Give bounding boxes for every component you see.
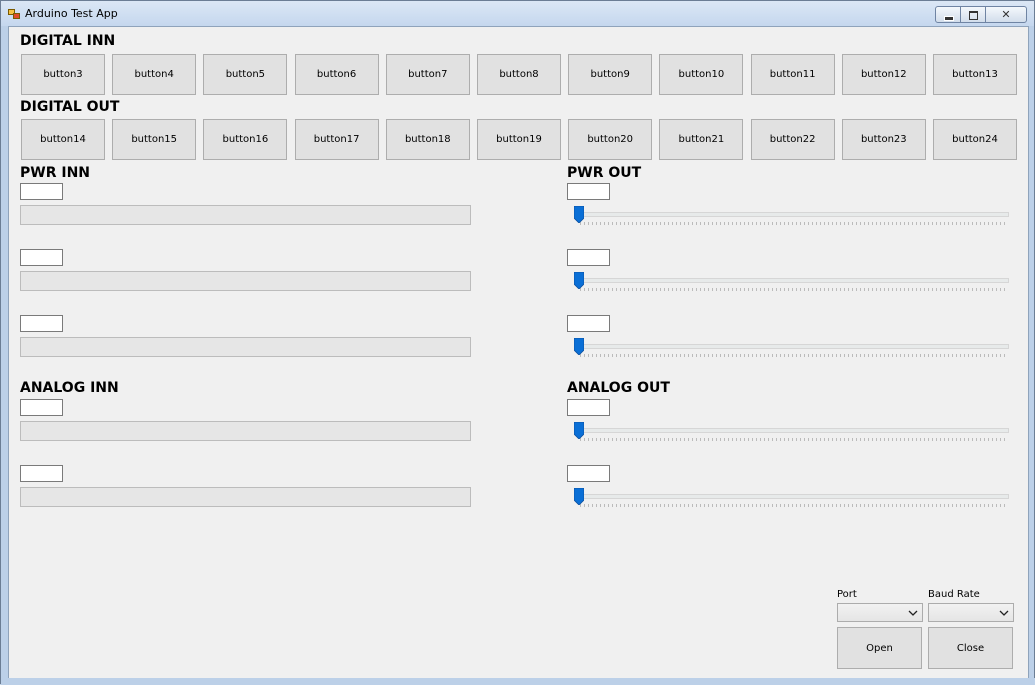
analog-in-progress-bar-1 xyxy=(20,421,471,441)
close-icon: ✕ xyxy=(1001,8,1011,21)
close-window-button[interactable]: ✕ xyxy=(985,6,1027,23)
digital-button-button7[interactable]: button7 xyxy=(385,54,470,95)
digital-button-button22[interactable]: button22 xyxy=(750,119,835,160)
digital-button-button18[interactable]: button18 xyxy=(385,119,470,160)
digital-button-button13[interactable]: button13 xyxy=(933,54,1017,95)
digital-in-label: DIGITAL INN xyxy=(20,33,116,49)
digital-button-button19[interactable]: button19 xyxy=(477,119,561,160)
pwr-out-trackbar-3[interactable] xyxy=(569,338,1009,360)
pwr-out-trackbar-thumb-1[interactable] xyxy=(574,206,584,223)
digital-button-button17[interactable]: button17 xyxy=(294,119,379,160)
digital-button-button5[interactable]: button5 xyxy=(203,54,288,95)
digital-button-button21[interactable]: button21 xyxy=(659,119,744,160)
close-port-button[interactable]: Close xyxy=(928,627,1013,669)
analog-in-label: ANALOG INN xyxy=(20,380,119,396)
analog-out-trackbar-ticks-1 xyxy=(580,438,1005,441)
digital-button-button14[interactable]: button14 xyxy=(21,119,105,160)
pwr-out-trackbar-1[interactable] xyxy=(569,206,1009,228)
pwr-in-value-input-2[interactable] xyxy=(20,249,63,266)
pwr-out-trackbar-track-1 xyxy=(580,212,1009,217)
digital-button-button4[interactable]: button4 xyxy=(112,54,197,95)
analog-out-label: ANALOG OUT xyxy=(567,380,670,396)
digital-button-button15[interactable]: button15 xyxy=(112,119,197,160)
digital-button-button12[interactable]: button12 xyxy=(841,54,926,95)
window-controls: ✕ xyxy=(935,6,1027,23)
pwr-in-value-input-1[interactable] xyxy=(20,183,63,200)
maximize-button[interactable] xyxy=(960,6,986,23)
open-port-button[interactable]: Open xyxy=(837,627,922,669)
minimize-button[interactable] xyxy=(935,6,961,23)
digital-button-button11[interactable]: button11 xyxy=(750,54,835,95)
analog-out-trackbar-track-1 xyxy=(580,428,1009,433)
pwr-in-label: PWR INN xyxy=(20,165,90,181)
baud-rate-combobox[interactable] xyxy=(928,603,1014,622)
analog-out-trackbar-1[interactable] xyxy=(569,422,1009,444)
digital-button-button24[interactable]: button24 xyxy=(933,119,1017,160)
port-label: Port xyxy=(837,589,857,600)
pwr-out-trackbar-ticks-2 xyxy=(580,288,1005,291)
analog-out-trackbar-track-2 xyxy=(580,494,1009,499)
pwr-out-label: PWR OUT xyxy=(567,165,642,181)
pwr-out-trackbar-thumb-2[interactable] xyxy=(574,272,584,289)
pwr-in-progress-bar-1 xyxy=(20,205,471,225)
digital-out-label: DIGITAL OUT xyxy=(20,99,120,115)
analog-out-value-input-2[interactable] xyxy=(567,465,610,482)
digital-button-button16[interactable]: button16 xyxy=(203,119,288,160)
pwr-out-trackbar-ticks-1 xyxy=(580,222,1005,225)
port-combobox[interactable] xyxy=(837,603,923,622)
pwr-out-trackbar-2[interactable] xyxy=(569,272,1009,294)
digital-button-button23[interactable]: button23 xyxy=(841,119,926,160)
digital-button-button6[interactable]: button6 xyxy=(294,54,379,95)
pwr-in-progress-bar-2 xyxy=(20,271,471,291)
maximize-icon xyxy=(969,11,978,20)
chevron-down-icon xyxy=(908,610,918,616)
form-client-area: DIGITAL INN button3 button4 button5 button6… xyxy=(8,26,1029,679)
analog-out-trackbar-2[interactable] xyxy=(569,488,1009,510)
pwr-in-value-input-3[interactable] xyxy=(20,315,63,332)
digital-button-button9[interactable]: button9 xyxy=(568,54,653,95)
window-title: Arduino Test App xyxy=(25,7,118,20)
baud-rate-label: Baud Rate xyxy=(928,589,980,600)
analog-out-trackbar-thumb-1[interactable] xyxy=(574,422,584,439)
digital-button-button10[interactable]: button10 xyxy=(659,54,744,95)
pwr-out-trackbar-thumb-3[interactable] xyxy=(574,338,584,355)
pwr-out-trackbar-ticks-3 xyxy=(580,354,1005,357)
title-bar[interactable]: Arduino Test App ✕ xyxy=(1,1,1034,26)
digital-button-button3[interactable]: button3 xyxy=(21,54,105,95)
digital-button-button8[interactable]: button8 xyxy=(477,54,561,95)
app-icon xyxy=(8,9,20,19)
pwr-out-trackbar-track-3 xyxy=(580,344,1009,349)
minimize-icon xyxy=(944,16,954,21)
chevron-down-icon xyxy=(999,610,1009,616)
pwr-out-value-input-2[interactable] xyxy=(567,249,610,266)
app-window: Arduino Test App ✕ DIGITAL INN button3 bu… xyxy=(0,0,1035,685)
pwr-in-progress-bar-3 xyxy=(20,337,471,357)
pwr-out-value-input-1[interactable] xyxy=(567,183,610,200)
digital-button-button20[interactable]: button20 xyxy=(568,119,653,160)
analog-out-value-input-1[interactable] xyxy=(567,399,610,416)
analog-in-value-input-1[interactable] xyxy=(20,399,63,416)
pwr-out-trackbar-track-2 xyxy=(580,278,1009,283)
analog-out-trackbar-thumb-2[interactable] xyxy=(574,488,584,505)
analog-in-value-input-2[interactable] xyxy=(20,465,63,482)
analog-out-trackbar-ticks-2 xyxy=(580,504,1005,507)
pwr-out-value-input-3[interactable] xyxy=(567,315,610,332)
analog-in-progress-bar-2 xyxy=(20,487,471,507)
